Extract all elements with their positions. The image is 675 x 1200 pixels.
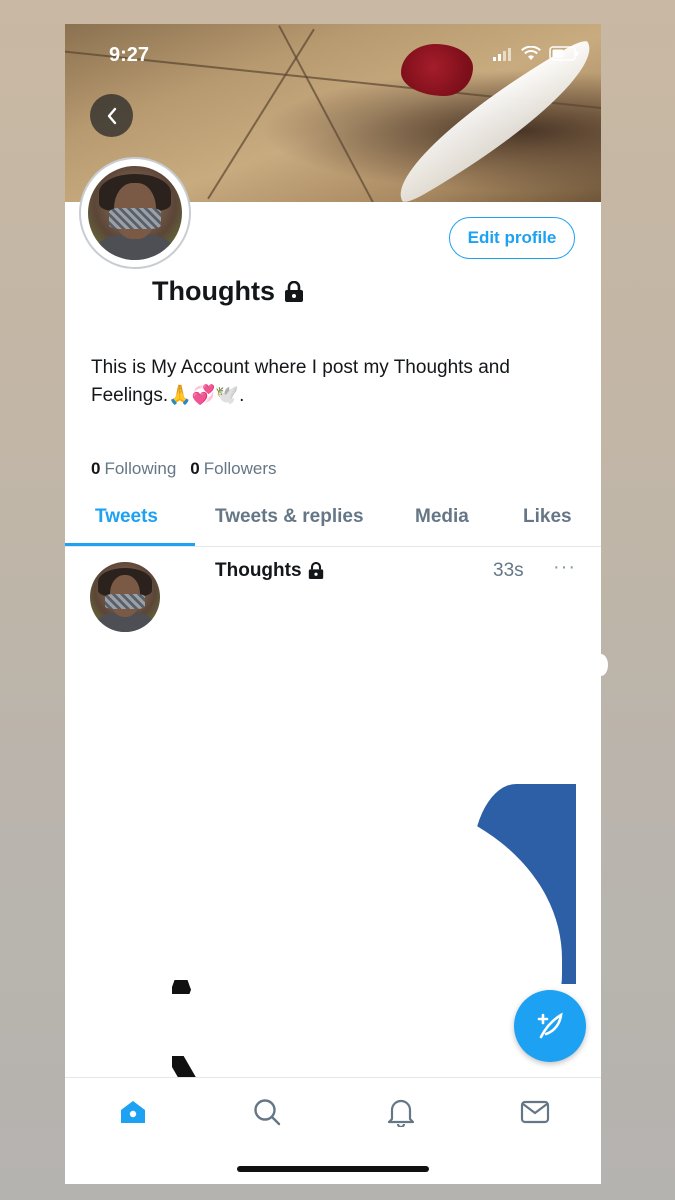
avatar-photo: [90, 562, 160, 632]
tweet-more-button[interactable]: ···: [553, 556, 576, 579]
profile-name-row: Thoughts: [152, 276, 304, 307]
signal-icon: [493, 47, 511, 61]
tweet-author: Thoughts: [215, 560, 302, 581]
avatar-photo: [88, 166, 182, 260]
chevron-left-icon: [107, 107, 116, 124]
lock-icon: [284, 280, 303, 302]
wifi-icon: [521, 46, 541, 60]
media-dark-region: [172, 1056, 197, 1078]
tweet-timestamp: 33s: [493, 560, 524, 581]
search-icon[interactable]: [251, 1096, 283, 1128]
followers-stat[interactable]: 0 Followers: [190, 459, 276, 479]
back-button[interactable]: [90, 94, 133, 137]
active-tab-indicator: [65, 543, 195, 546]
status-icons: [493, 46, 579, 61]
compose-feather-icon: [537, 1012, 563, 1039]
following-count: 0: [91, 459, 101, 478]
tweet-avatar[interactable]: [90, 562, 160, 632]
phone-screen: 9:27 Edit profile Thoughts This is My Ac…: [65, 24, 601, 1184]
avatar-mask: [108, 208, 162, 229]
lock-icon: [308, 562, 323, 579]
home-icon[interactable]: [117, 1096, 149, 1128]
tab-media[interactable]: Media: [415, 506, 469, 528]
profile-avatar[interactable]: [79, 157, 191, 269]
following-stat[interactable]: 0 Following: [91, 459, 176, 479]
following-label: Following: [104, 459, 177, 478]
avatar-mask: [105, 593, 145, 609]
display-name: Thoughts: [152, 276, 275, 306]
tweet-media[interactable]: [172, 784, 576, 1100]
compose-tweet-button[interactable]: [514, 990, 586, 1062]
tab-tweets[interactable]: Tweets: [95, 506, 158, 528]
profile-bio: This is My Account where I post my Thoug…: [91, 357, 510, 406]
profile-tabs: Tweets Tweets & replies Media Likes: [65, 500, 601, 547]
followers-count: 0: [190, 459, 200, 478]
mail-icon[interactable]: [519, 1096, 551, 1128]
tab-likes[interactable]: Likes: [523, 506, 572, 528]
tweet-header: Thoughts: [215, 560, 324, 582]
battery-icon: [549, 46, 578, 61]
edit-profile-button[interactable]: Edit profile: [449, 217, 575, 259]
tab-tweets-replies[interactable]: Tweets & replies: [215, 506, 364, 528]
profile-stats: 0 Following 0 Followers: [91, 459, 277, 479]
home-indicator[interactable]: [237, 1166, 429, 1172]
status-time: 9:27: [109, 44, 150, 66]
status-bar: 9:27: [65, 24, 601, 84]
bell-icon[interactable]: [385, 1096, 417, 1128]
followers-label: Followers: [203, 459, 277, 478]
